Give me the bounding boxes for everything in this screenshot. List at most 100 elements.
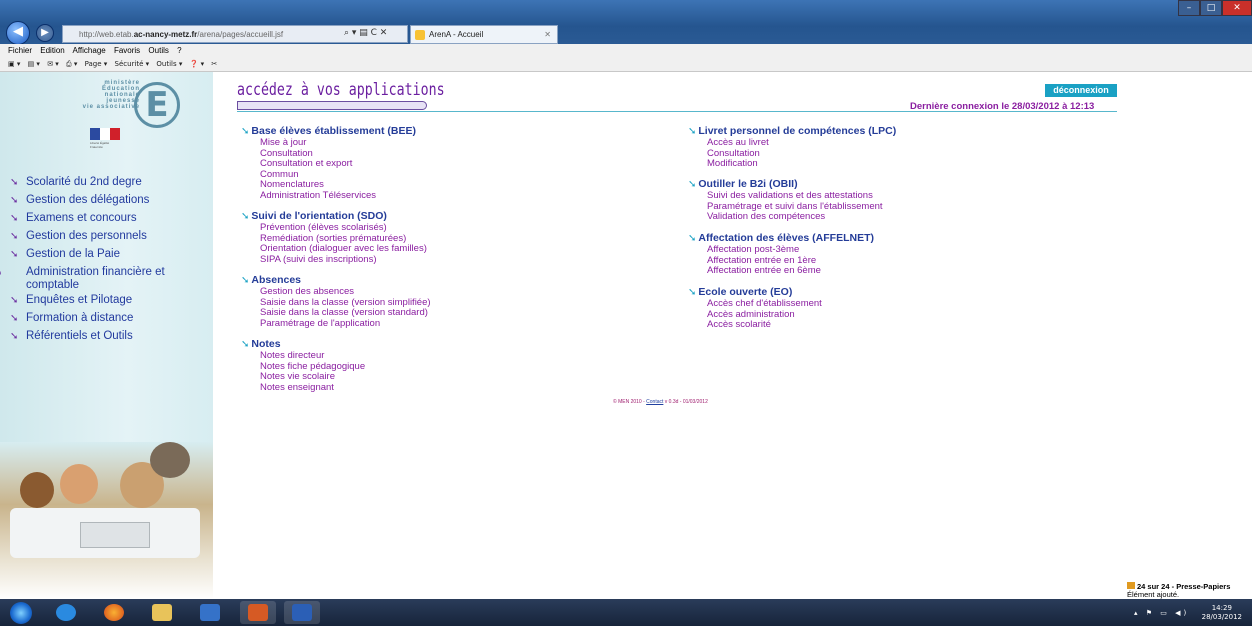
arrow-icon: ➘ xyxy=(688,233,697,244)
url-path: /arena/pages/accueill.jsf xyxy=(197,30,284,39)
app-link[interactable]: Consultation et export xyxy=(241,158,416,170)
address-controls[interactable]: ⌕ ▾ ▤ C ✕ xyxy=(344,25,408,43)
section-title: Absences xyxy=(251,274,301,286)
start-button[interactable] xyxy=(6,601,36,624)
section-absences: ➘ Absences Gestion des absences Saisie da… xyxy=(241,274,431,329)
close-tab-icon[interactable]: ✕ xyxy=(544,26,551,44)
section-title: Livret personnel de compétences (LPC) xyxy=(698,125,897,137)
app-link[interactable]: Affectation post-3ème xyxy=(688,244,874,256)
tools-menu[interactable]: Outils ▾ xyxy=(156,60,182,68)
sidebar-item-administration-financiere[interactable]: ➘ Administration financière et comptable xyxy=(0,266,200,292)
feeds-icon[interactable]: ▤ ▾ xyxy=(28,60,40,68)
arrow-icon: ➘ xyxy=(10,331,19,342)
contact-link[interactable]: Contact xyxy=(646,399,663,405)
arrow-icon: ➘ xyxy=(10,295,19,306)
flag-caption: Liberté Égalité Fraternité xyxy=(90,141,110,149)
sidebar-item-formation[interactable]: ➘ Formation à distance xyxy=(10,312,210,325)
taskbar: ▴ ⚑ ▭ ◀) 14:29 28/03/2012 xyxy=(0,599,1252,626)
sidebar-item-paie[interactable]: ➘ Gestion de la Paie xyxy=(10,248,210,261)
sidebar-item-label: Examens et concours xyxy=(26,212,137,224)
app-link[interactable]: Saisie dans la classe (version standard) xyxy=(241,307,431,319)
section-eo: ➘ Ecole ouverte (EO) Accès chef d'établis… xyxy=(688,286,822,331)
sidebar-item-label: Gestion des délégations xyxy=(26,194,150,206)
taskbar-ie[interactable] xyxy=(48,601,84,624)
app-link[interactable]: Accès scolarité xyxy=(688,319,822,331)
menu-help[interactable]: ? xyxy=(177,46,181,55)
mail-icon[interactable]: ✉ ▾ xyxy=(47,60,59,68)
url-domain: ac-nancy-metz.fr xyxy=(133,30,198,39)
last-connection-text: Dernière connexion le 28/03/2012 à 12:13 xyxy=(910,101,1095,112)
page-title: accédez à vos applications xyxy=(237,80,445,100)
app-link[interactable]: Mise à jour xyxy=(241,137,416,149)
app-link[interactable]: SIPA (suivi des inscriptions) xyxy=(241,254,427,266)
minimize-button[interactable]: – xyxy=(1178,0,1200,16)
menu-favoris[interactable]: Favoris xyxy=(114,46,140,55)
word-icon xyxy=(292,604,312,621)
app-link[interactable]: Notes vie scolaire xyxy=(241,371,365,383)
section-title: Ecole ouverte (EO) xyxy=(698,286,793,298)
arrow-icon: ➘ xyxy=(688,126,697,137)
back-button[interactable]: ◀ xyxy=(6,21,30,45)
maximize-button[interactable]: □ xyxy=(1200,0,1222,16)
app-link[interactable]: Nomenclatures xyxy=(241,179,416,191)
clock[interactable]: 14:29 28/03/2012 xyxy=(1202,604,1242,622)
app-link[interactable]: Affectation entrée en 6ème xyxy=(688,265,874,277)
taskbar-media[interactable] xyxy=(192,601,228,624)
taskbar-word[interactable] xyxy=(284,601,320,624)
taskbar-powerpoint[interactable] xyxy=(240,601,276,624)
sidebar-item-scolarite[interactable]: ➘ Scolarité du 2nd degre xyxy=(10,176,210,189)
logo-text: ministère Éducation nationale jeunesse v… xyxy=(82,80,140,110)
research-icon[interactable]: ✂ xyxy=(211,60,217,68)
print-icon[interactable]: ⎙ ▾ xyxy=(66,60,77,68)
app-link[interactable]: Validation des compétences xyxy=(688,211,883,223)
security-menu[interactable]: Sécurité ▾ xyxy=(115,60,150,68)
main-content: accédez à vos applications déconnexion D… xyxy=(213,72,1252,599)
app-link[interactable]: Notes directeur xyxy=(241,350,365,362)
media-player-icon xyxy=(200,604,220,621)
section-notes: ➘ Notes Notes directeur Notes fiche pédag… xyxy=(241,338,365,393)
sidebar-item-delegations[interactable]: ➘ Gestion des délégations xyxy=(10,194,210,207)
sidebar-item-examens[interactable]: ➘ Examens et concours xyxy=(10,212,210,225)
arrow-icon: ➘ xyxy=(10,231,19,242)
taskbar-explorer[interactable] xyxy=(144,601,180,624)
app-link[interactable]: Modification xyxy=(688,158,896,170)
section-bee: ➘ Base élèves établissement (BEE) Mise à … xyxy=(241,125,416,201)
sidebar-item-label: Administration financière et comptable xyxy=(26,266,165,291)
taskbar-firefox[interactable] xyxy=(96,601,132,624)
menu-affichage[interactable]: Affichage xyxy=(73,46,106,55)
command-bar: ▣ ▾ ▤ ▾ ✉ ▾ ⎙ ▾ Page ▾ Sécurité ▾ Outils… xyxy=(0,58,1252,72)
close-window-button[interactable]: ✕ xyxy=(1222,0,1252,16)
section-title: Base élèves établissement (BEE) xyxy=(251,125,416,137)
help-icon[interactable]: ❓ ▾ xyxy=(190,60,204,68)
sidebar: ministère Éducation nationale jeunesse v… xyxy=(0,72,213,599)
sidebar-item-referentiels[interactable]: ➘ Référentiels et Outils xyxy=(10,330,210,343)
tray-icons[interactable]: ▴ ⚑ ▭ ◀) xyxy=(1134,609,1189,617)
menu-fichier[interactable]: Fichier xyxy=(8,46,32,55)
arrow-icon: ➘ xyxy=(10,195,19,206)
app-link[interactable]: Suivi des validations et des attestation… xyxy=(688,190,883,202)
sidebar-item-enquetes[interactable]: ➘ Enquêtes et Pilotage xyxy=(10,294,210,307)
app-link[interactable]: Prévention (élèves scolarisés) xyxy=(241,222,427,234)
app-link[interactable]: Orientation (dialoguer avec les familles… xyxy=(241,243,427,255)
logout-button[interactable]: déconnexion xyxy=(1045,84,1117,97)
app-link[interactable]: Accès chef d'établissement xyxy=(688,298,822,310)
home-icon[interactable]: ▣ ▾ xyxy=(8,60,20,68)
url-prefix: http://web.etab. xyxy=(79,30,134,39)
forward-button[interactable]: ▶ xyxy=(36,24,54,42)
menu-edition[interactable]: Edition xyxy=(40,46,64,55)
arrow-icon: ➘ xyxy=(241,275,250,286)
page-menu[interactable]: Page ▾ xyxy=(85,60,108,68)
app-link[interactable]: Accès au livret xyxy=(688,137,896,149)
app-link[interactable]: Gestion des absences xyxy=(241,286,431,298)
menu-outils[interactable]: Outils xyxy=(148,46,168,55)
app-link[interactable]: Paramétrage de l'application xyxy=(241,318,431,330)
clipboard-notification[interactable]: 24 sur 24 - Presse-Papiers Élément ajout… xyxy=(1127,582,1252,599)
footer-copyright: © MEN 2010 - xyxy=(613,399,647,405)
app-link[interactable]: Administration Téléservices xyxy=(241,190,416,202)
app-link[interactable]: Notes enseignant xyxy=(241,382,365,394)
internet-explorer-icon xyxy=(56,604,76,621)
arrow-icon: ➘ xyxy=(10,313,19,324)
sidebar-item-personnels[interactable]: ➘ Gestion des personnels xyxy=(10,230,210,243)
firefox-icon xyxy=(104,604,124,621)
tab-arena-accueil[interactable]: ArenA - Accueil ✕ xyxy=(410,25,558,44)
